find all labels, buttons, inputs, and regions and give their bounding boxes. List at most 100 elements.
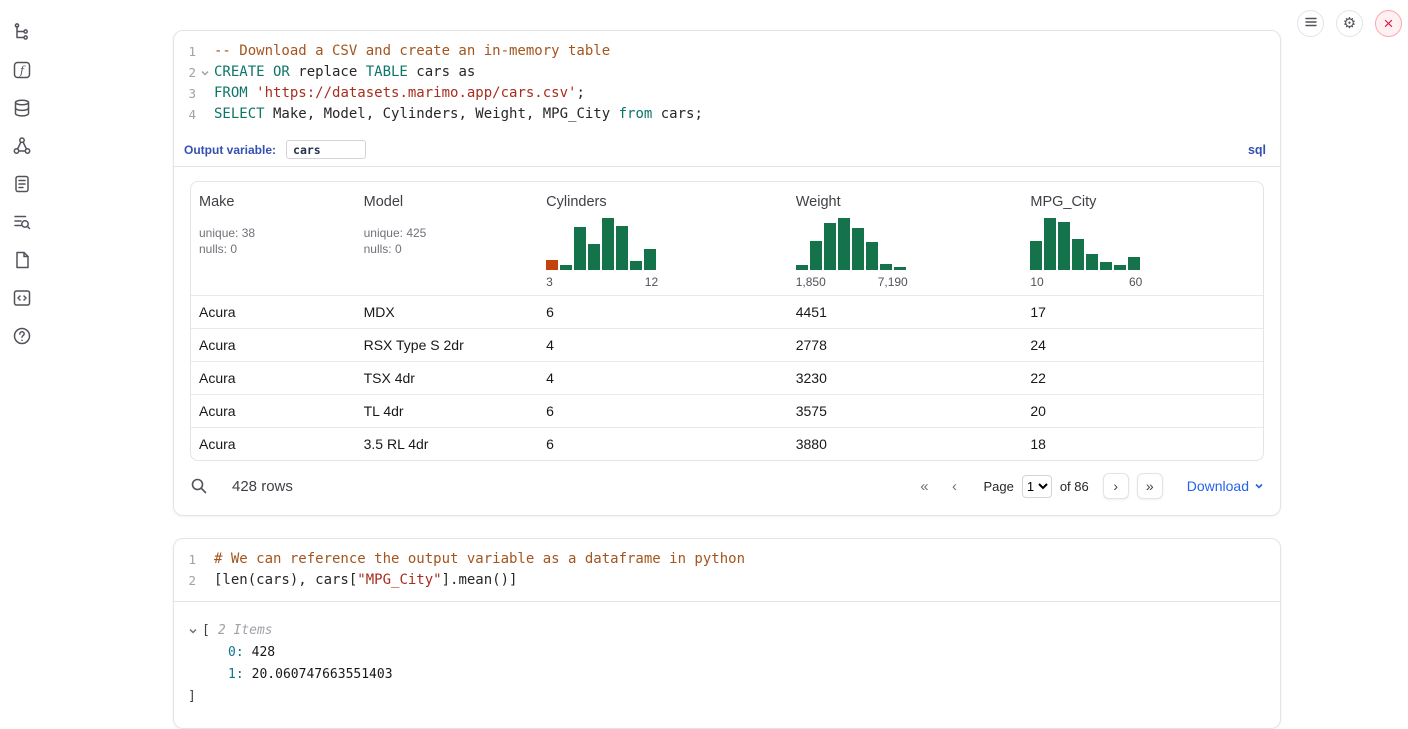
table-cell: 18 bbox=[1022, 428, 1263, 461]
python-code-editor[interactable]: 1# We can reference the output variable … bbox=[174, 539, 1280, 601]
column-header-cylinders[interactable]: Cylinders312 bbox=[538, 182, 788, 296]
column-stats: unique: 425nulls: 0 bbox=[364, 225, 531, 257]
column-header-weight[interactable]: Weight1,8507,190 bbox=[788, 182, 1023, 296]
table-row[interactable]: Acura3.5 RL 4dr6388018 bbox=[191, 428, 1263, 461]
prev-page-button[interactable]: ‹ bbox=[943, 474, 965, 498]
page-label: Page bbox=[983, 479, 1013, 494]
column-histogram: 10 60 bbox=[1030, 218, 1142, 289]
notebook: 1-- Download a CSV and create an in-memo… bbox=[173, 30, 1281, 729]
search-button[interactable] bbox=[190, 477, 208, 495]
table-row[interactable]: AcuraTL 4dr6357520 bbox=[191, 395, 1263, 428]
next-page-button[interactable]: › bbox=[1103, 473, 1129, 499]
table-header: Makeunique: 38nulls: 0 Model unique: 425nu… bbox=[191, 182, 1263, 296]
histogram-bar bbox=[602, 218, 614, 270]
histogram-bar bbox=[1100, 262, 1112, 270]
table-cell: Acura bbox=[191, 296, 356, 329]
sidebar-button-code-box[interactable] bbox=[11, 288, 33, 310]
sidebar-button-list-search[interactable] bbox=[11, 212, 33, 234]
chevron-down-icon bbox=[1254, 478, 1264, 494]
output-variable-label: Output variable: bbox=[184, 143, 276, 157]
code-line: FROM 'https://datasets.marimo.app/cars.c… bbox=[214, 83, 585, 104]
column-name: MPG_City bbox=[1030, 194, 1255, 210]
network-icon bbox=[12, 136, 32, 159]
notepad-icon bbox=[12, 174, 32, 197]
histogram-bar bbox=[630, 261, 642, 270]
sidebar-button-file-tree[interactable] bbox=[11, 22, 33, 44]
tree-entry-value: 428 bbox=[252, 642, 275, 664]
sidebar-button-function-square[interactable]: f bbox=[11, 60, 33, 82]
menu-button[interactable] bbox=[1297, 10, 1324, 37]
page-total: of 86 bbox=[1060, 479, 1089, 494]
output-variable-row: Output variable: sql bbox=[174, 135, 1280, 167]
column-header-make[interactable]: Makeunique: 38nulls: 0 bbox=[191, 182, 356, 296]
sidebar-button-network[interactable] bbox=[11, 136, 33, 158]
tree-entry: 0:428 bbox=[188, 642, 1266, 664]
histogram-min-label: 3 bbox=[546, 275, 553, 289]
table-cell: 2778 bbox=[788, 329, 1023, 362]
python-output-tree: [2 Items0:4281:20.060747663551403] bbox=[174, 601, 1280, 728]
search-icon bbox=[190, 483, 208, 498]
histogram-bar bbox=[866, 242, 878, 270]
histogram-min-label: 1,850 bbox=[796, 275, 826, 289]
histogram-bar bbox=[616, 226, 628, 270]
histogram-bar bbox=[838, 218, 850, 270]
line-number: 3 bbox=[180, 83, 196, 104]
code-line: [len(cars), cars["MPG_City"].mean()] bbox=[214, 570, 517, 591]
column-name: Make bbox=[199, 194, 348, 210]
histogram-bar bbox=[560, 265, 572, 270]
column-name: Weight bbox=[796, 194, 1015, 210]
function-square-icon: f bbox=[12, 60, 32, 83]
tree-entry-key: 1: bbox=[228, 664, 244, 686]
histogram-max-label: 12 bbox=[645, 275, 658, 289]
table-cell: 20 bbox=[1022, 395, 1263, 428]
close-button[interactable]: × bbox=[1375, 10, 1402, 37]
sidebar-button-notepad[interactable] bbox=[11, 174, 33, 196]
database-icon bbox=[12, 98, 32, 121]
table-cell: 3.5 RL 4dr bbox=[356, 428, 539, 461]
histogram-bar bbox=[894, 267, 906, 270]
table-cell: Acura bbox=[191, 329, 356, 362]
table-cell: RSX Type S 2dr bbox=[356, 329, 539, 362]
topbar-actions: ⚙× bbox=[1297, 10, 1402, 37]
page-select[interactable]: 1 bbox=[1022, 475, 1052, 498]
settings-button[interactable]: ⚙ bbox=[1336, 10, 1363, 37]
table-row[interactable]: AcuraRSX Type S 2dr4277824 bbox=[191, 329, 1263, 362]
column-name: Model bbox=[364, 194, 531, 210]
python-cell: 1# We can reference the output variable … bbox=[173, 538, 1281, 729]
histogram-bar bbox=[644, 249, 656, 270]
table-cell: 6 bbox=[538, 395, 788, 428]
svg-text:f: f bbox=[19, 64, 26, 77]
sidebar-button-database[interactable] bbox=[11, 98, 33, 120]
table-cell: 17 bbox=[1022, 296, 1263, 329]
sidebar-button-document[interactable] bbox=[11, 250, 33, 272]
download-button[interactable]: Download bbox=[1187, 478, 1264, 494]
collapse-chevron-icon[interactable] bbox=[188, 624, 202, 638]
output-variable-input[interactable] bbox=[286, 140, 366, 159]
histogram-min-label: 10 bbox=[1030, 275, 1043, 289]
tree-entry: 1:20.060747663551403 bbox=[188, 664, 1266, 686]
histogram-bar bbox=[588, 244, 600, 270]
fold-chevron-icon[interactable] bbox=[196, 62, 214, 83]
code-line: # We can reference the output variable a… bbox=[214, 549, 745, 570]
line-number: 2 bbox=[180, 570, 196, 591]
sidebar-button-help-circle[interactable] bbox=[11, 326, 33, 348]
column-header-mpg_city[interactable]: MPG_City 10 60 bbox=[1022, 182, 1263, 296]
table-row[interactable]: AcuraTSX 4dr4323022 bbox=[191, 362, 1263, 395]
table-cell: MDX bbox=[356, 296, 539, 329]
first-page-button[interactable]: « bbox=[913, 474, 935, 498]
table-cell: 4451 bbox=[788, 296, 1023, 329]
line-number: 2 bbox=[180, 62, 196, 83]
column-header-model[interactable]: Model unique: 425nulls: 0 bbox=[356, 182, 539, 296]
table-footer: 428 rows « ‹ Page 1 of 86 › » Download bbox=[174, 461, 1280, 515]
last-page-button[interactable]: » bbox=[1137, 473, 1163, 499]
menu-icon bbox=[1304, 15, 1318, 32]
table-cell: 4 bbox=[538, 362, 788, 395]
chevron-left-icon: ‹ bbox=[952, 478, 957, 495]
table-row[interactable]: AcuraMDX6445117 bbox=[191, 296, 1263, 329]
open-bracket: [ bbox=[202, 620, 210, 642]
file-tree-icon bbox=[12, 22, 32, 45]
table-cell: 4 bbox=[538, 329, 788, 362]
table-cell: TSX 4dr bbox=[356, 362, 539, 395]
histogram-max-label: 60 bbox=[1129, 275, 1142, 289]
sql-code-editor[interactable]: 1-- Download a CSV and create an in-memo… bbox=[174, 31, 1280, 135]
